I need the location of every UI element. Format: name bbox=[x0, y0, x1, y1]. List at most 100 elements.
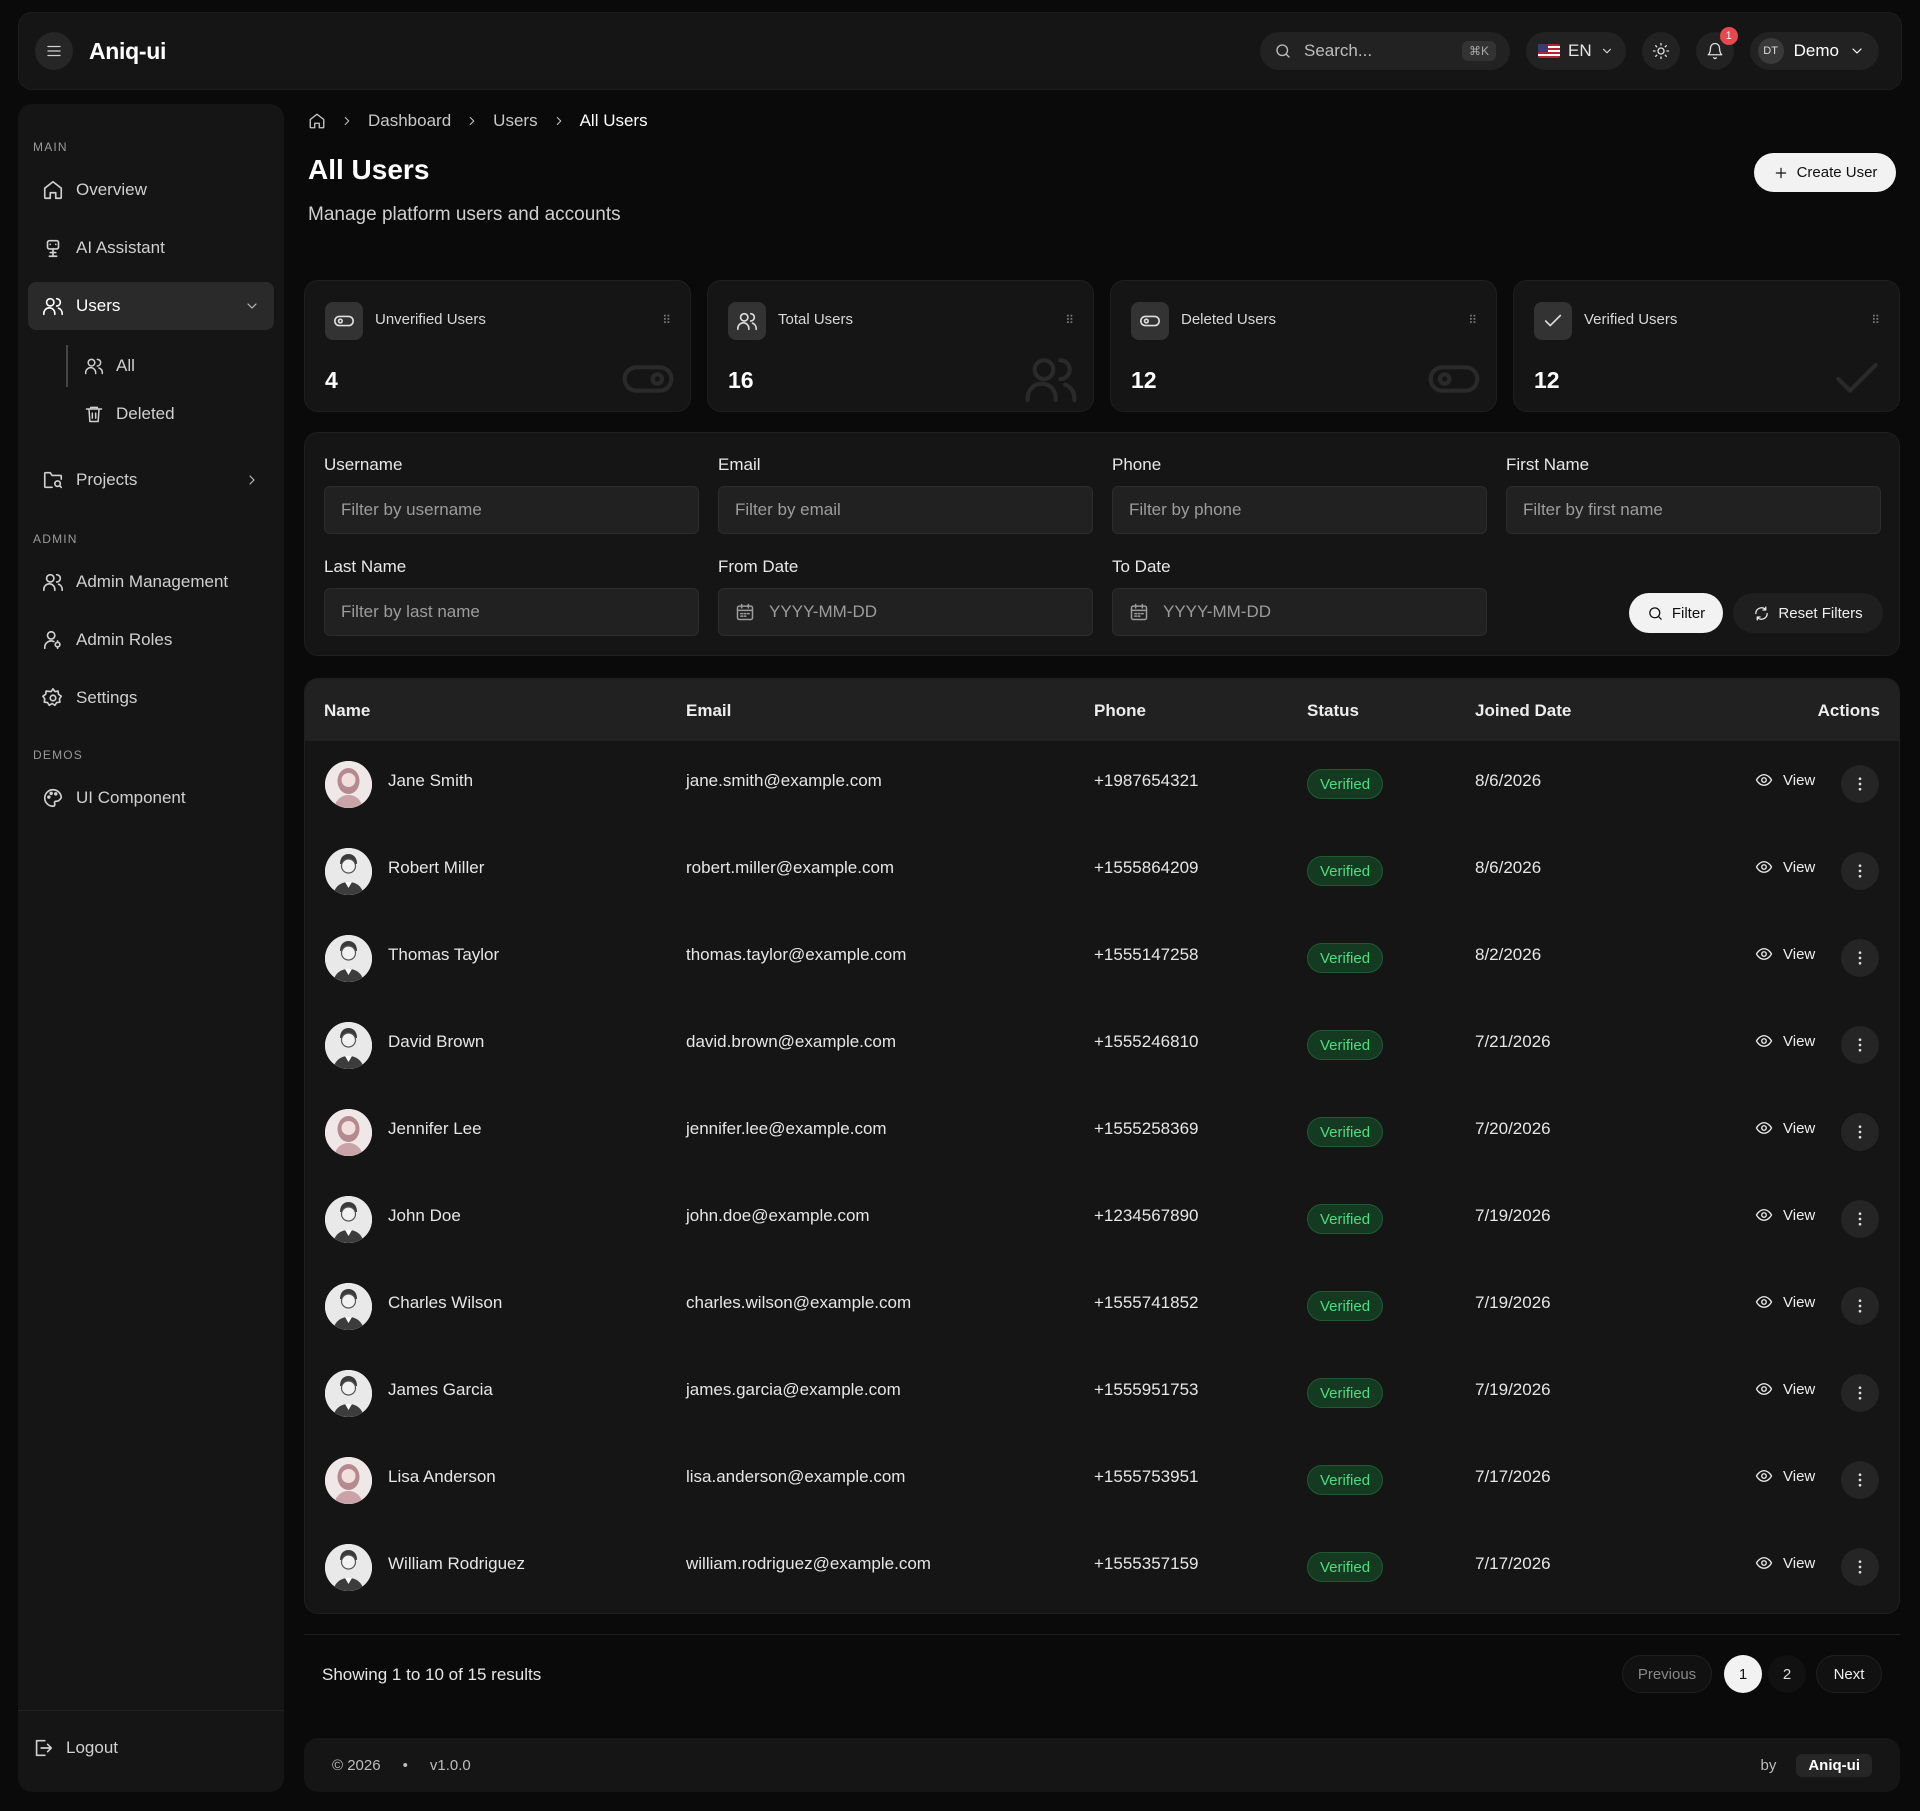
status-badge: Verified bbox=[1307, 1030, 1384, 1060]
user-phone-cell: +1555864209 bbox=[1094, 858, 1199, 877]
from-date-input[interactable]: YYYY-MM-DD bbox=[718, 588, 1093, 636]
row-actions-button[interactable] bbox=[1841, 1113, 1879, 1151]
next-page-button[interactable]: Next bbox=[1816, 1655, 1882, 1693]
user-menu[interactable]: DT Demo bbox=[1749, 32, 1879, 70]
to-date-input[interactable]: YYYY-MM-DD bbox=[1112, 588, 1487, 636]
table-row[interactable]: Lisa Anderson lisa.anderson@example.com … bbox=[305, 1437, 1899, 1524]
row-actions-button[interactable] bbox=[1841, 1461, 1879, 1499]
stat-card-unverified: Unverified Users ⠿ 4 bbox=[304, 280, 691, 412]
table-row[interactable]: Charles Wilson charles.wilson@example.co… bbox=[305, 1263, 1899, 1350]
table-row[interactable]: Jane Smith jane.smith@example.com +19876… bbox=[305, 741, 1899, 828]
column-header-status[interactable]: Status bbox=[1307, 701, 1359, 721]
trash-icon bbox=[85, 406, 103, 423]
user-phone-cell: +1987654321 bbox=[1094, 771, 1199, 790]
view-user-button[interactable]: View bbox=[1755, 1554, 1815, 1572]
email-filter-input[interactable] bbox=[718, 486, 1093, 534]
status-badge: Verified bbox=[1307, 1465, 1384, 1495]
stat-label: Unverified Users bbox=[375, 311, 486, 328]
page-1-button[interactable]: 1 bbox=[1724, 1655, 1762, 1693]
sidebar-item-users[interactable]: Users bbox=[28, 282, 274, 330]
row-actions-button[interactable] bbox=[1841, 1287, 1879, 1325]
eye-icon bbox=[1755, 1557, 1773, 1569]
drag-handle-icon[interactable]: ⠿ bbox=[1871, 313, 1880, 327]
table-row[interactable]: John Doe john.doe@example.com +123456789… bbox=[305, 1176, 1899, 1263]
filter-button[interactable]: Filter bbox=[1629, 593, 1723, 633]
view-user-button[interactable]: View bbox=[1755, 945, 1815, 963]
drag-handle-icon[interactable]: ⠿ bbox=[1065, 313, 1074, 327]
sidebar-subitem-deleted[interactable]: Deleted bbox=[84, 396, 175, 432]
table-row[interactable]: William Rodriguez william.rodriguez@exam… bbox=[305, 1524, 1899, 1611]
sidebar-item-label: Admin Management bbox=[76, 572, 229, 591]
female-avatar-icon bbox=[325, 1109, 372, 1156]
last-name-filter-input[interactable] bbox=[324, 588, 699, 636]
drag-handle-icon[interactable]: ⠿ bbox=[1468, 313, 1477, 327]
breadcrumb-dashboard[interactable]: Dashboard bbox=[368, 111, 451, 131]
footer-brand-link[interactable]: Aniq-ui bbox=[1796, 1753, 1872, 1777]
table-row[interactable]: Robert Miller robert.miller@example.com … bbox=[305, 828, 1899, 915]
sidebar-item-projects[interactable]: Projects bbox=[28, 456, 274, 504]
previous-page-button[interactable]: Previous bbox=[1622, 1655, 1712, 1693]
toggle-watermark-icon bbox=[1428, 365, 1480, 393]
breadcrumb-users[interactable]: Users bbox=[493, 111, 537, 131]
drag-handle-icon[interactable]: ⠿ bbox=[662, 313, 671, 327]
logout-label: Logout bbox=[66, 1738, 118, 1757]
column-header-joined[interactable]: Joined Date bbox=[1475, 701, 1571, 721]
sidebar-item-overview[interactable]: Overview bbox=[28, 166, 274, 214]
sidebar-item-ui-component[interactable]: UI Component bbox=[28, 774, 274, 822]
column-header-phone[interactable]: Phone bbox=[1094, 701, 1146, 721]
row-actions-button[interactable] bbox=[1841, 765, 1879, 803]
user-email-cell: john.doe@example.com bbox=[686, 1206, 870, 1225]
row-actions-button[interactable] bbox=[1841, 1548, 1879, 1586]
username-label: Username bbox=[324, 455, 403, 474]
view-user-button[interactable]: View bbox=[1755, 1032, 1815, 1050]
row-actions-button[interactable] bbox=[1841, 1200, 1879, 1238]
view-user-button[interactable]: View bbox=[1755, 771, 1815, 789]
user-email-cell: lisa.anderson@example.com bbox=[686, 1467, 906, 1486]
row-actions-button[interactable] bbox=[1841, 1374, 1879, 1412]
view-user-button[interactable]: View bbox=[1755, 1467, 1815, 1485]
notifications-button[interactable]: 1 bbox=[1695, 27, 1738, 70]
username-filter-input[interactable] bbox=[324, 486, 699, 534]
sidebar-item-admin-roles[interactable]: Admin Roles bbox=[28, 616, 274, 664]
table-row[interactable]: James Garcia james.garcia@example.com +1… bbox=[305, 1350, 1899, 1437]
view-user-button[interactable]: View bbox=[1755, 858, 1815, 876]
sidebar-item-settings[interactable]: Settings bbox=[28, 674, 274, 722]
language-selector[interactable]: EN bbox=[1526, 32, 1626, 70]
table-row[interactable]: Jennifer Lee jennifer.lee@example.com +1… bbox=[305, 1089, 1899, 1176]
row-actions-button[interactable] bbox=[1841, 852, 1879, 890]
column-header-email[interactable]: Email bbox=[686, 701, 731, 721]
reset-filters-button[interactable]: Reset Filters bbox=[1733, 593, 1883, 633]
view-user-button[interactable]: View bbox=[1755, 1206, 1815, 1224]
sidebar-item-admin-management[interactable]: Admin Management bbox=[28, 558, 274, 606]
joined-date-cell: 7/19/2026 bbox=[1475, 1206, 1551, 1225]
menu-toggle-button[interactable] bbox=[35, 32, 73, 70]
search-box[interactable]: Search... ⌘K bbox=[1260, 32, 1511, 70]
search-input[interactable]: Search... bbox=[1304, 41, 1372, 61]
page-2-button[interactable]: 2 bbox=[1768, 1655, 1806, 1693]
view-user-button[interactable]: View bbox=[1755, 1380, 1815, 1398]
home-icon[interactable] bbox=[308, 112, 326, 130]
theme-toggle-button[interactable] bbox=[1641, 32, 1680, 70]
create-user-button[interactable]: Create User bbox=[1754, 153, 1896, 192]
view-user-button[interactable]: View bbox=[1755, 1293, 1815, 1311]
sun-icon bbox=[1652, 42, 1669, 60]
joined-date-cell: 7/17/2026 bbox=[1475, 1554, 1551, 1573]
first-name-filter-input[interactable] bbox=[1506, 486, 1881, 534]
table-row[interactable]: David Brown david.brown@example.com +155… bbox=[305, 1002, 1899, 1089]
table-row[interactable]: Thomas Taylor thomas.taylor@example.com … bbox=[305, 915, 1899, 1002]
brand-logo[interactable]: Aniq-ui bbox=[89, 38, 166, 65]
sidebar-item-ai-assistant[interactable]: AI Assistant bbox=[28, 224, 274, 272]
more-vertical-icon bbox=[1858, 1473, 1862, 1487]
phone-filter-input[interactable] bbox=[1112, 486, 1487, 534]
logout-button[interactable]: Logout bbox=[32, 1728, 118, 1768]
column-header-name[interactable]: Name bbox=[324, 701, 370, 721]
sidebar-subitem-all[interactable]: All bbox=[84, 348, 135, 384]
view-user-button[interactable]: View bbox=[1755, 1119, 1815, 1137]
user-email-cell: jane.smith@example.com bbox=[686, 771, 882, 790]
row-actions-button[interactable] bbox=[1841, 939, 1879, 977]
logout-icon bbox=[35, 1739, 53, 1757]
avatar bbox=[325, 1544, 372, 1591]
avatar bbox=[325, 1457, 372, 1504]
sidebar-item-label: AI Assistant bbox=[76, 238, 165, 257]
row-actions-button[interactable] bbox=[1841, 1026, 1879, 1064]
